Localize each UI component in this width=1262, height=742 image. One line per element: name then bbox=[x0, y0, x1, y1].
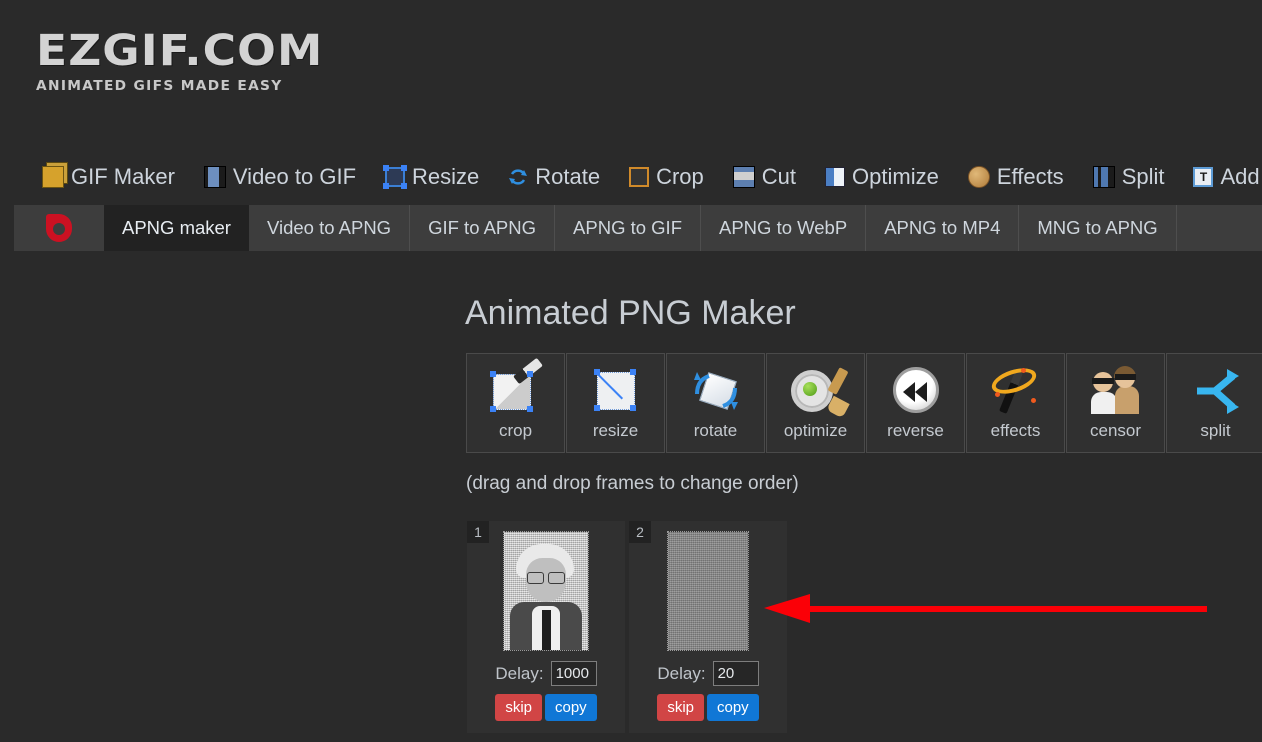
tab-label: APNG to MP4 bbox=[884, 217, 1000, 239]
nav-item-resize[interactable]: Resize bbox=[385, 164, 479, 190]
tab-apng-maker[interactable]: APNG maker bbox=[104, 205, 249, 251]
frame-number: 1 bbox=[467, 521, 489, 543]
rotate-tool-icon bbox=[687, 364, 745, 419]
tool-button-optimize[interactable]: optimize bbox=[766, 353, 865, 453]
delay-label: Delay: bbox=[495, 664, 543, 684]
nav-item-video-to-gif[interactable]: Video to GIF bbox=[204, 164, 356, 190]
effects-tool-icon bbox=[987, 364, 1045, 419]
delay-input[interactable] bbox=[551, 661, 597, 686]
frame-thumbnail[interactable] bbox=[503, 531, 589, 651]
frame-item[interactable]: 1 Delay: skip copy bbox=[467, 521, 625, 733]
frame-actions: skip copy bbox=[495, 694, 596, 721]
gif-maker-icon bbox=[42, 166, 64, 188]
skip-button[interactable]: skip bbox=[657, 694, 704, 721]
nav-label: Video to GIF bbox=[233, 164, 356, 190]
tool-label: crop bbox=[499, 421, 532, 441]
tool-button-effects[interactable]: effects bbox=[966, 353, 1065, 453]
tool-button-crop[interactable]: crop bbox=[466, 353, 565, 453]
resize-tool-icon bbox=[587, 364, 645, 419]
tab-apng-to-gif[interactable]: APNG to GIF bbox=[555, 205, 701, 251]
tool-button-split[interactable]: split bbox=[1166, 353, 1262, 453]
logo-tagline: ANIMATED GIFS MADE EASY bbox=[36, 78, 313, 94]
nav-label: Optimize bbox=[852, 164, 939, 190]
tab-apng-to-mp4[interactable]: APNG to MP4 bbox=[866, 205, 1019, 251]
split-tool-icon bbox=[1187, 364, 1245, 419]
tool-label: effects bbox=[991, 421, 1041, 441]
delay-row: Delay: bbox=[657, 661, 758, 686]
nav-label: Add tex bbox=[1220, 164, 1262, 190]
frame-thumbnail[interactable] bbox=[667, 531, 749, 651]
tab-label: APNG to WebP bbox=[719, 217, 847, 239]
tab-label: Video to APNG bbox=[267, 217, 391, 239]
copy-button[interactable]: copy bbox=[545, 694, 597, 721]
tab-label: APNG maker bbox=[122, 217, 231, 239]
optimize-tool-icon bbox=[787, 364, 845, 419]
nav-item-crop[interactable]: Crop bbox=[629, 164, 704, 190]
tab-video-to-apng[interactable]: Video to APNG bbox=[249, 205, 410, 251]
delay-label: Delay: bbox=[657, 664, 705, 684]
annotation-arrow bbox=[762, 592, 1207, 626]
frame-actions: skip copy bbox=[657, 694, 758, 721]
nav-item-optimize[interactable]: Optimize bbox=[825, 164, 939, 190]
optimize-icon bbox=[825, 167, 845, 187]
drag-drop-hint: (drag and drop frames to change order) bbox=[466, 473, 799, 495]
nav-label: Effects bbox=[997, 164, 1064, 190]
cut-icon bbox=[733, 166, 755, 188]
nav-item-rotate[interactable]: Rotate bbox=[508, 164, 600, 190]
effects-palette-icon bbox=[968, 166, 990, 188]
nav-label: Crop bbox=[656, 164, 704, 190]
crop-tool-icon bbox=[487, 364, 545, 419]
delay-row: Delay: bbox=[495, 661, 596, 686]
site-logo[interactable]: EZGIF.COM ANIMATED GIFS MADE EASY bbox=[36, 30, 307, 94]
crop-icon bbox=[629, 167, 649, 187]
tool-label: rotate bbox=[694, 421, 737, 441]
nav-item-gif-maker[interactable]: GIF Maker bbox=[42, 164, 175, 190]
tool-button-rotate[interactable]: rotate bbox=[666, 353, 765, 453]
tool-label: optimize bbox=[784, 421, 847, 441]
tool-label: resize bbox=[593, 421, 638, 441]
copy-button[interactable]: copy bbox=[707, 694, 759, 721]
tool-button-resize[interactable]: resize bbox=[566, 353, 665, 453]
nav-label: GIF Maker bbox=[71, 164, 175, 190]
nav-label: Resize bbox=[412, 164, 479, 190]
frame-list: 1 Delay: skip copy 2 bbox=[467, 521, 791, 733]
nav-label: Split bbox=[1122, 164, 1165, 190]
nav-item-cut[interactable]: Cut bbox=[733, 164, 796, 190]
nav-item-add-text[interactable]: T Add tex bbox=[1193, 164, 1262, 190]
tool-label: reverse bbox=[887, 421, 944, 441]
tab-label: GIF to APNG bbox=[428, 217, 536, 239]
site-header: EZGIF.COM ANIMATED GIFS MADE EASY bbox=[0, 0, 1262, 140]
page-title: Animated PNG Maker bbox=[465, 294, 796, 333]
tab-label: MNG to APNG bbox=[1037, 217, 1157, 239]
tool-label: split bbox=[1200, 421, 1230, 441]
editor-tool-strip: crop resize r bbox=[466, 353, 1262, 453]
apng-tab-bar: APNG maker Video to APNG GIF to APNG APN… bbox=[14, 205, 1262, 251]
reverse-tool-icon bbox=[887, 364, 945, 419]
nav-item-effects[interactable]: Effects bbox=[968, 164, 1064, 190]
tab-apng-to-webp[interactable]: APNG to WebP bbox=[701, 205, 866, 251]
nav-label: Rotate bbox=[535, 164, 600, 190]
censor-tool-icon bbox=[1087, 364, 1145, 419]
tab-mng-to-apng[interactable]: MNG to APNG bbox=[1019, 205, 1176, 251]
tab-label: APNG to GIF bbox=[573, 217, 682, 239]
delay-input[interactable] bbox=[713, 661, 759, 686]
skip-button[interactable]: skip bbox=[495, 694, 542, 721]
main-navigation: GIF Maker Video to GIF Resize Rotate Cro… bbox=[0, 152, 1262, 202]
frame-item[interactable]: 2 Delay: skip copy bbox=[629, 521, 787, 733]
rotate-icon bbox=[508, 167, 528, 187]
apng-logo-icon bbox=[14, 205, 104, 251]
frame-number: 2 bbox=[629, 521, 651, 543]
logo-wordmark: EZGIF.COM bbox=[36, 30, 323, 73]
split-icon bbox=[1093, 166, 1115, 188]
tool-button-censor[interactable]: censor bbox=[1066, 353, 1165, 453]
resize-icon bbox=[385, 167, 405, 187]
nav-item-split[interactable]: Split bbox=[1093, 164, 1165, 190]
nav-label: Cut bbox=[762, 164, 796, 190]
video-film-icon bbox=[204, 166, 226, 188]
add-text-icon: T bbox=[1193, 167, 1213, 187]
tab-gif-to-apng[interactable]: GIF to APNG bbox=[410, 205, 555, 251]
tool-button-reverse[interactable]: reverse bbox=[866, 353, 965, 453]
tool-label: censor bbox=[1090, 421, 1141, 441]
